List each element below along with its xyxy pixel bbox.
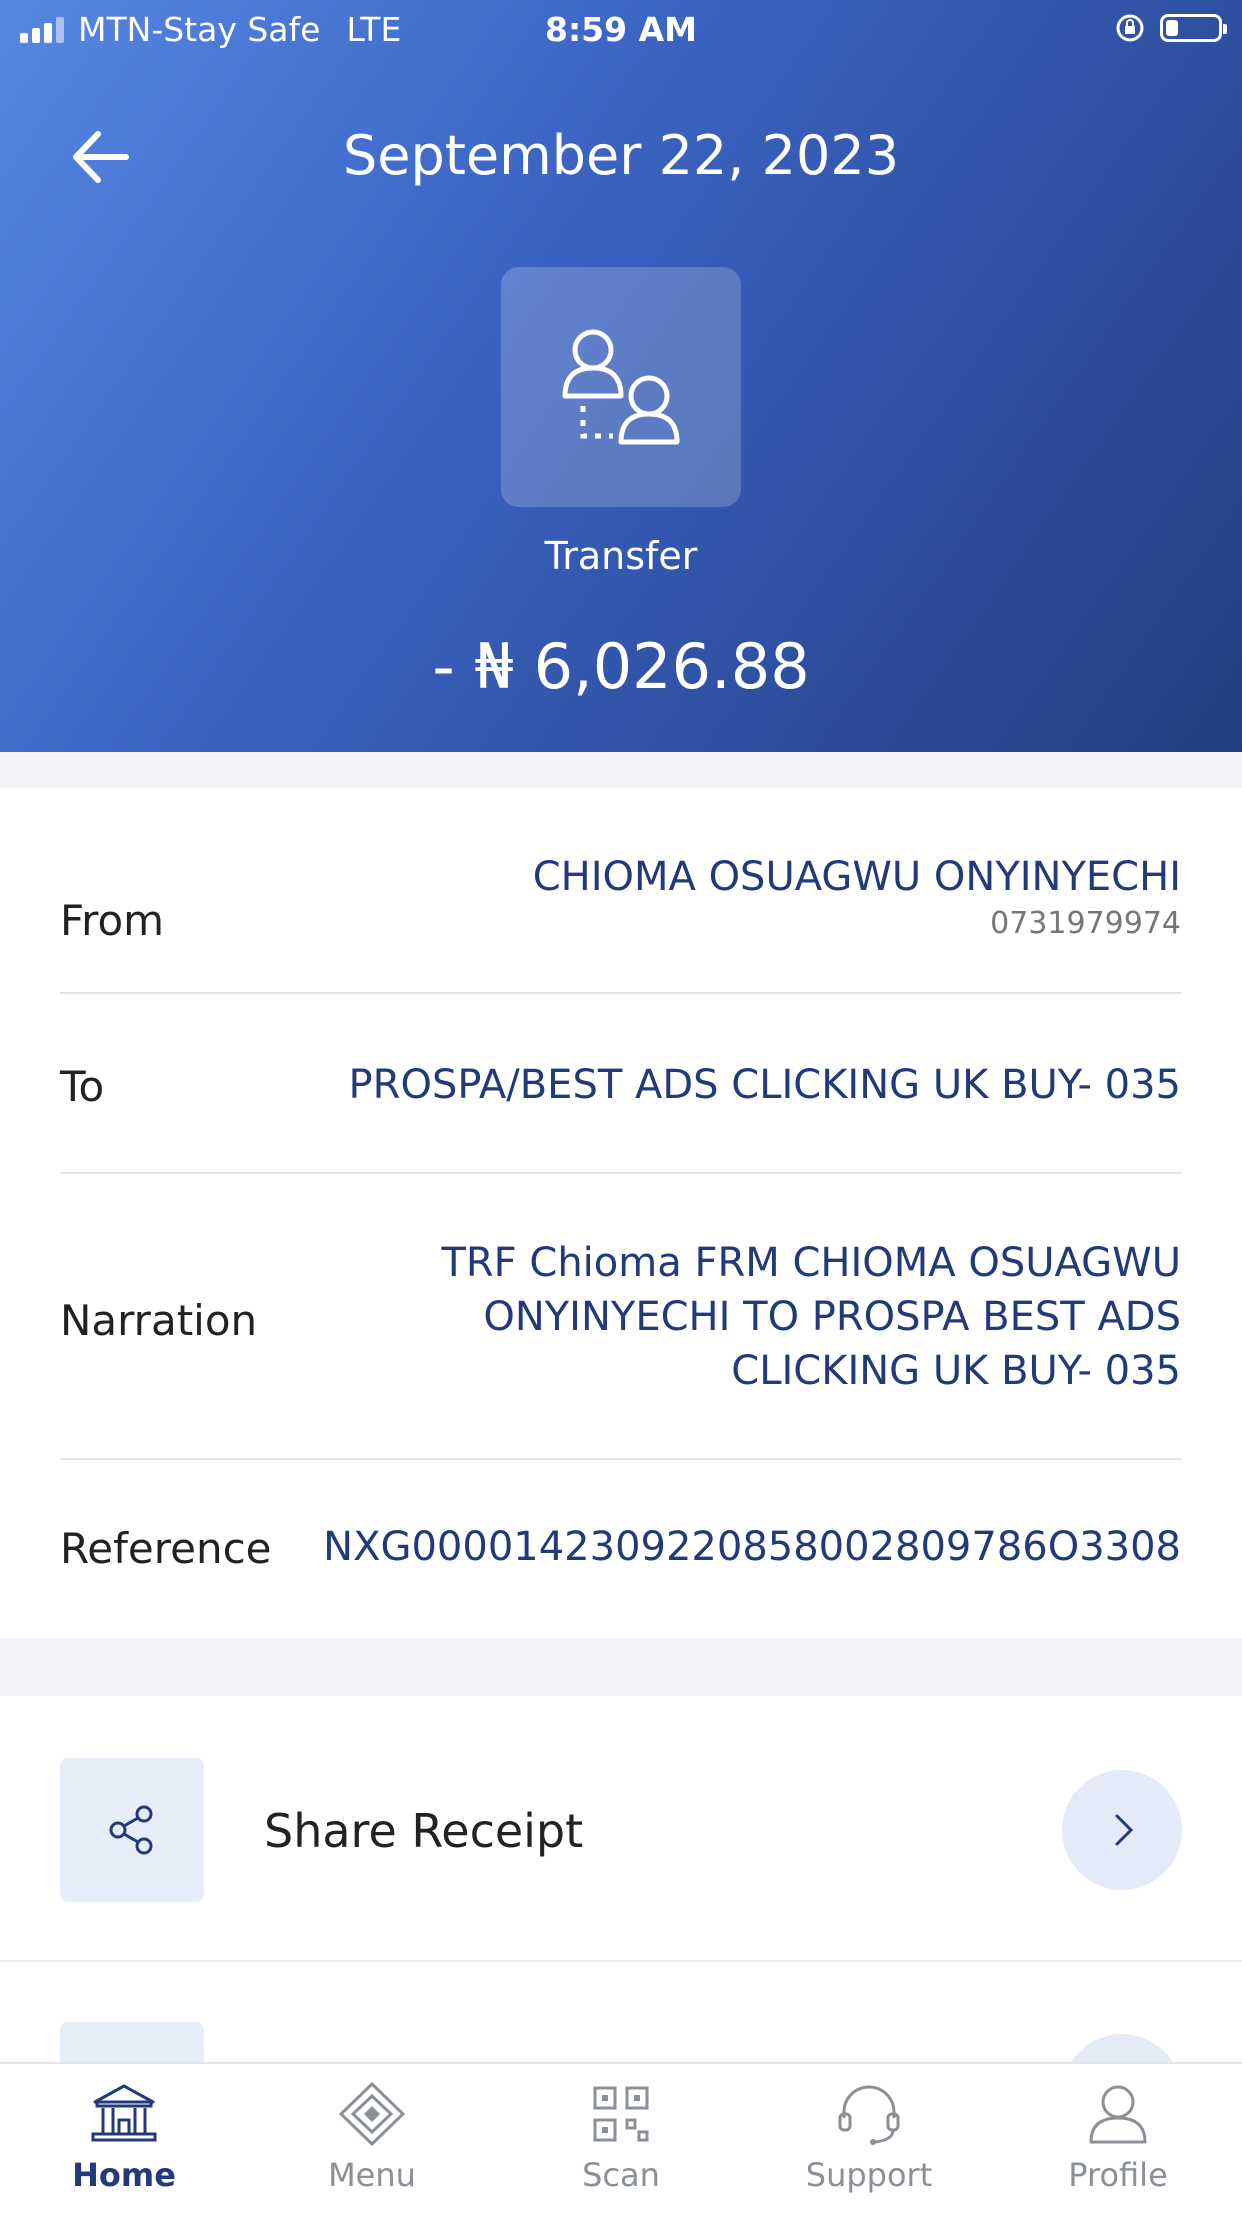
divider bbox=[60, 1172, 1181, 1174]
from-value: CHIOMA OSUAGWU ONYINYECHI 0731979974 bbox=[533, 850, 1181, 944]
narration-line: ONYINYECHI TO PROSPA BEST ADS bbox=[483, 1294, 1181, 1340]
tab-support[interactable]: Support bbox=[745, 2080, 993, 2200]
transaction-details: From CHIOMA OSUAGWU ONYINYECHI 073197997… bbox=[0, 788, 1242, 1638]
tab-support-label: Support bbox=[805, 2156, 933, 2194]
narration-value: TRF Chioma FRM CHIOMA OSUAGWU ONYINYECHI… bbox=[441, 1236, 1181, 1398]
status-bar: MTN-Stay Safe LTE 8:59 AM bbox=[0, 0, 1242, 62]
share-receipt-tile[interactable] bbox=[60, 1758, 204, 1902]
status-right bbox=[1114, 12, 1227, 44]
transfer-users-icon bbox=[562, 329, 680, 445]
user-icon bbox=[1089, 2085, 1147, 2144]
tab-profile-label: Profile bbox=[1068, 2156, 1168, 2194]
transaction-type: Transfer bbox=[544, 534, 698, 578]
divider bbox=[60, 992, 1181, 994]
headset-icon bbox=[838, 2085, 900, 2145]
chevron-right-icon bbox=[1115, 1814, 1134, 1846]
transfer-icon-tile bbox=[501, 267, 741, 507]
tab-scan-label: Scan bbox=[582, 2156, 660, 2194]
bottom-tab-bar: Home Menu Scan Support Profile bbox=[0, 2062, 1242, 2210]
narration-line: CLICKING UK BUY- 035 bbox=[731, 1348, 1181, 1394]
tab-profile[interactable]: Profile bbox=[994, 2080, 1242, 2200]
divider bbox=[60, 1458, 1181, 1460]
from-label: From bbox=[60, 896, 165, 945]
to-row: To PROSPA/BEST ADS CLICKING UK BUY- 035 bbox=[60, 1058, 1181, 1118]
divider bbox=[0, 1960, 1242, 1962]
share-icon bbox=[109, 1805, 153, 1855]
reference-row: Reference NXG0000142309220858002809786O3… bbox=[60, 1520, 1181, 1580]
share-receipt-label[interactable]: Share Receipt bbox=[264, 1804, 583, 1858]
from-account: 0731979974 bbox=[990, 906, 1181, 941]
orientation-lock-icon bbox=[1116, 14, 1144, 42]
qr-code-icon bbox=[593, 2086, 649, 2142]
bank-icon bbox=[91, 2084, 157, 2142]
tab-menu[interactable]: Menu bbox=[248, 2080, 496, 2200]
page-title: September 22, 2023 bbox=[342, 124, 900, 187]
battery-icon bbox=[1160, 14, 1227, 42]
from-row: From CHIOMA OSUAGWU ONYINYECHI 073197997… bbox=[60, 850, 1181, 970]
transaction-amount: - ₦ 6,026.88 bbox=[432, 630, 810, 703]
from-name: CHIOMA OSUAGWU ONYINYECHI bbox=[532, 854, 1181, 900]
status-time: 8:59 AM bbox=[545, 10, 697, 49]
transaction-header: MTN-Stay Safe LTE 8:59 AM September 22, … bbox=[0, 0, 1242, 752]
diamond-icon bbox=[338, 2082, 406, 2146]
tab-menu-label: Menu bbox=[328, 2156, 416, 2194]
reference-label: Reference bbox=[60, 1524, 272, 1573]
tab-home-label: Home bbox=[72, 2156, 176, 2194]
reference-value: NXG0000142309220858002809786O3308 bbox=[323, 1524, 1181, 1570]
tab-home[interactable]: Home bbox=[0, 2080, 248, 2200]
narration-row: Narration TRF Chioma FRM CHIOMA OSUAGWU … bbox=[60, 1236, 1181, 1406]
to-label: To bbox=[60, 1062, 105, 1111]
narration-line: TRF Chioma FRM CHIOMA OSUAGWU bbox=[441, 1240, 1181, 1286]
share-receipt-button[interactable] bbox=[1062, 1770, 1182, 1890]
tab-scan[interactable]: Scan bbox=[497, 2080, 745, 2200]
narration-label: Narration bbox=[60, 1296, 258, 1345]
to-value: PROSPA/BEST ADS CLICKING UK BUY- 035 bbox=[348, 1062, 1181, 1108]
